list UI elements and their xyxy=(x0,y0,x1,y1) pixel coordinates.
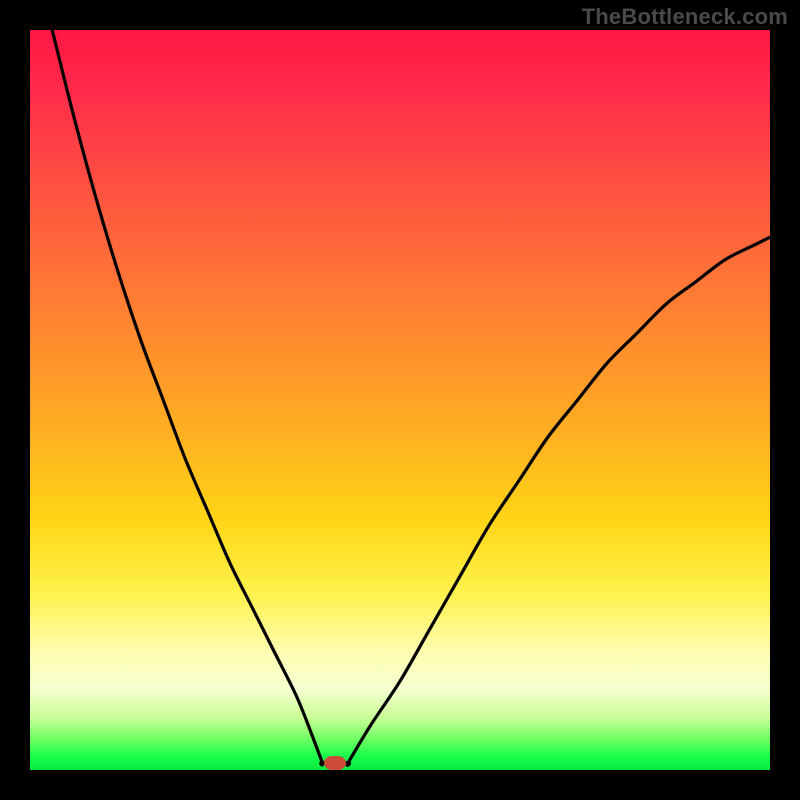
minimum-marker xyxy=(324,756,346,770)
chart-frame: TheBottleneck.com xyxy=(0,0,800,800)
plot-area xyxy=(30,30,770,770)
watermark-text: TheBottleneck.com xyxy=(582,4,788,30)
bottleneck-curve xyxy=(30,30,770,770)
